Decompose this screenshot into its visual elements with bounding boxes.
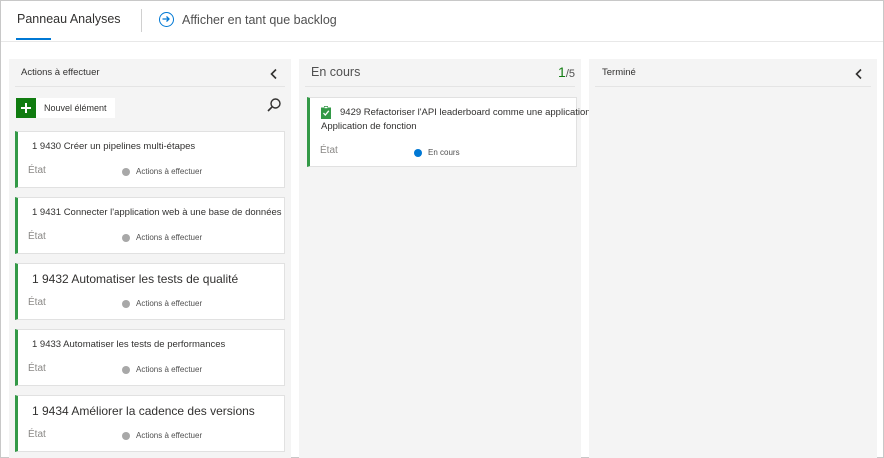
- clipboard-icon: [321, 106, 331, 119]
- card-state: Actions à effectuer: [122, 431, 202, 440]
- column-in-progress: En cours 1/5 9429 Refactoriser l'API lea…: [299, 59, 591, 458]
- work-item-card[interactable]: 9429 Refactoriser l'API leaderboard comm…: [307, 97, 591, 167]
- work-item-card[interactable]: 1 9434 Améliorer la cadence des versions…: [15, 395, 285, 452]
- state-dot-icon: [122, 299, 130, 308]
- board-header: Panneau Analyses Afficher en tant que ba…: [1, 1, 883, 42]
- work-item-card[interactable]: 1 9431 Connecter l'application web à une…: [15, 197, 285, 254]
- column-divider: [15, 86, 285, 87]
- search-icon[interactable]: [266, 97, 282, 113]
- card-title: 1 9432 Automatiser les tests de qualité: [32, 272, 239, 286]
- column-title-todo: Actions à effectuer: [21, 67, 100, 78]
- column-done: Terminé: [589, 59, 877, 458]
- work-item-card[interactable]: 1 9430 Créer un pipelines multi-étapes É…: [15, 131, 285, 188]
- backlog-link-label: Afficher en tant que backlog: [182, 12, 337, 27]
- view-as-backlog-link[interactable]: Afficher en tant que backlog: [159, 12, 337, 27]
- card-field-label: État: [28, 429, 46, 440]
- card-state: Actions à effectuer: [122, 365, 202, 374]
- card-state: Actions à effectuer: [122, 167, 202, 176]
- card-title: 1 9433 Automatiser les tests de performa…: [32, 339, 226, 350]
- card-field-label: État: [28, 231, 46, 242]
- card-state-value: Actions à effectuer: [136, 365, 203, 374]
- card-state-value: Actions à effectuer: [136, 299, 203, 308]
- wip-count: 1/5: [558, 64, 575, 80]
- card-title: 1 9434 Améliorer la cadence des versions: [32, 404, 255, 418]
- card-title: 1 9430 Créer un pipelines multi-étapes: [32, 141, 196, 152]
- column-divider: [595, 86, 871, 87]
- card-state-value: Actions à effectuer: [136, 431, 203, 440]
- active-tab-indicator: [16, 38, 51, 40]
- work-item-card[interactable]: 1 9432 Automatiser les tests de qualité …: [15, 263, 285, 320]
- new-item-label[interactable]: Nouvel élément: [36, 98, 115, 118]
- column-title-done: Terminé: [602, 67, 636, 78]
- add-new-item-button[interactable]: [16, 98, 36, 118]
- work-item-card[interactable]: 1 9433 Automatiser les tests de performa…: [15, 329, 285, 386]
- wip-count-value: 1: [558, 64, 566, 80]
- card-state: En cours: [414, 148, 460, 157]
- chevron-left-icon[interactable]: [852, 67, 866, 81]
- card-state: Actions à effectuer: [122, 233, 202, 242]
- column-todo: Actions à effectuer Nouvel élément 1 943…: [9, 59, 291, 458]
- card-title: 9429 Refactoriser l'API leaderboard comm…: [340, 107, 591, 118]
- card-field-label: État: [320, 145, 338, 156]
- card-state-value: En cours: [428, 148, 460, 157]
- header-divider: [141, 9, 142, 32]
- card-state-value: Actions à effectuer: [136, 233, 203, 242]
- chevron-left-icon[interactable]: [267, 67, 281, 81]
- state-dot-icon: [122, 365, 130, 374]
- state-dot-icon: [122, 431, 130, 440]
- column-divider: [305, 86, 575, 87]
- state-dot-icon: [122, 233, 130, 242]
- tab-analytics-board[interactable]: Panneau Analyses: [17, 12, 121, 26]
- wip-limit: /5: [565, 68, 575, 80]
- board-window: Panneau Analyses Afficher en tant que ba…: [0, 0, 884, 458]
- card-state-value: Actions à effectuer: [136, 167, 203, 176]
- card-field-label: État: [28, 165, 46, 176]
- state-dot-icon: [122, 167, 130, 176]
- card-state: Actions à effectuer: [122, 299, 202, 308]
- card-field-label: État: [28, 297, 46, 308]
- state-dot-icon: [414, 148, 422, 157]
- card-title: 1 9431 Connecter l'application web à une…: [32, 207, 282, 218]
- arrow-circle-icon: [159, 12, 174, 27]
- card-title-continued: Application de fonction: [321, 121, 417, 132]
- card-field-label: État: [28, 363, 46, 374]
- column-title-in-progress: En cours: [311, 65, 361, 79]
